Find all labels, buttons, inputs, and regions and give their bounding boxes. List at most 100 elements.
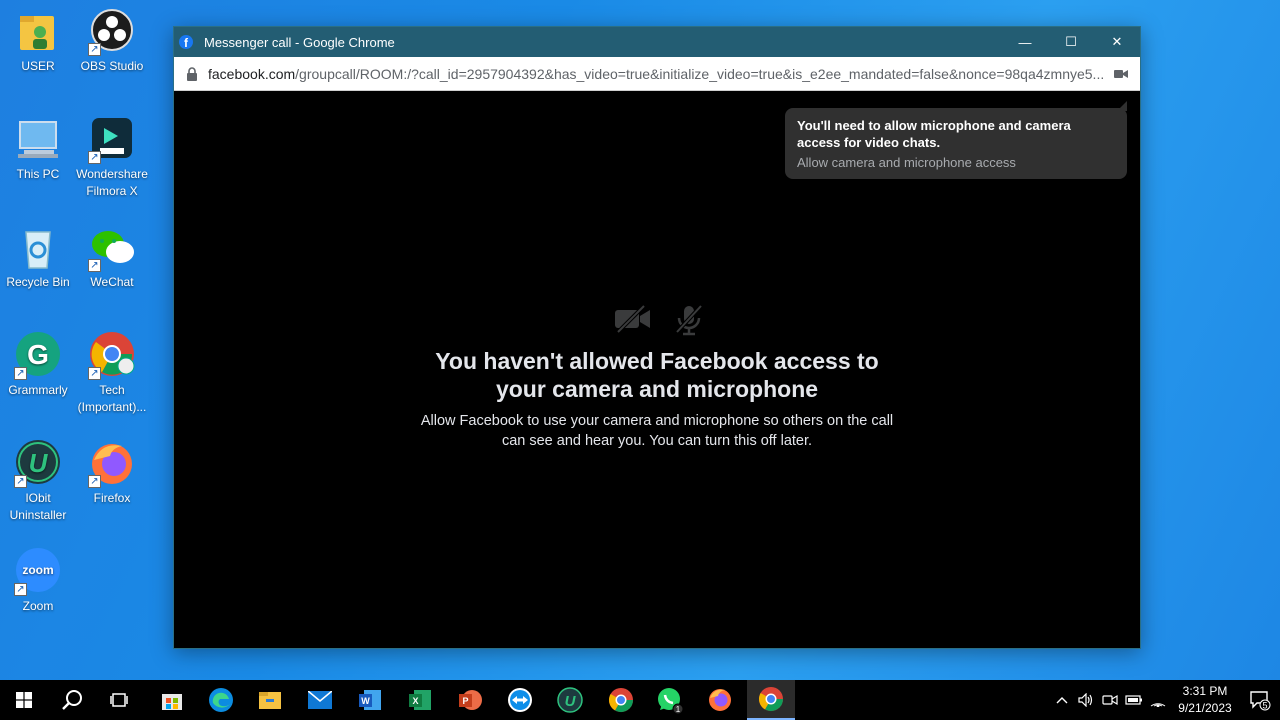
meet-now-button[interactable]: [1098, 680, 1122, 720]
permission-headline: You haven't allowed Facebook access to y…: [174, 347, 1140, 403]
meet-now-icon: [1102, 694, 1118, 706]
desktop-icon-user[interactable]: USER: [0, 8, 76, 75]
shortcut-arrow-icon: ↗: [14, 583, 27, 596]
powerpoint-icon: P: [459, 690, 482, 710]
search-button[interactable]: [48, 680, 96, 720]
url-path: /groupcall/ROOM:/?call_id=2957904392&has…: [295, 65, 1105, 82]
taskbar-mail[interactable]: [296, 680, 344, 720]
desktop-icon-label: Wondershare Filmora X: [76, 167, 148, 198]
taskbar: W X P U 1 3:31 PM 9/21/2023 5: [0, 680, 1280, 720]
desktop-icon-label: Firefox: [93, 491, 131, 505]
iobit-uninstaller-icon: U ↗: [14, 440, 62, 488]
taskbar-excel[interactable]: X: [396, 680, 444, 720]
headline-line-1: You haven't allowed Facebook access to: [435, 348, 879, 374]
search-icon: [62, 690, 82, 710]
file-explorer-icon: [259, 692, 281, 709]
allow-access-link[interactable]: Allow camera and microphone access: [797, 155, 1115, 170]
taskbar-store[interactable]: [148, 680, 196, 720]
taskbar-edge[interactable]: [197, 680, 245, 720]
desktop-icon-grammarly[interactable]: G ↗ Grammarly: [0, 332, 76, 399]
start-button[interactable]: [0, 680, 48, 720]
desktop-icon-label: USER: [21, 59, 55, 73]
address-bar[interactable]: facebook.com/groupcall/ROOM:/?call_id=29…: [174, 57, 1140, 91]
minimize-button[interactable]: —: [1002, 27, 1048, 57]
desktop-icon-label: This PC: [16, 167, 60, 181]
desktop-icon-zoom[interactable]: zoom ↗ Zoom: [0, 548, 76, 615]
zoom-icon: zoom ↗: [14, 548, 62, 596]
edge-icon: [209, 688, 233, 712]
chrome-active-icon: [758, 687, 783, 712]
battery-icon: [1125, 695, 1142, 705]
permission-description: Allow Facebook to use your camera and mi…: [174, 411, 1140, 451]
svg-text:P: P: [462, 696, 468, 706]
firefox-taskbar-icon: [709, 689, 731, 711]
wifi-icon: [1150, 703, 1166, 707]
action-center-button[interactable]: 5: [1240, 680, 1280, 720]
microphone-off-icon: [675, 304, 703, 336]
camera-blocked-icon[interactable]: [1114, 69, 1128, 79]
iobit-icon: U: [557, 687, 583, 713]
shortcut-arrow-icon: ↗: [88, 475, 101, 488]
chevron-up-icon: [1056, 697, 1068, 704]
svg-text:G: G: [27, 339, 49, 370]
whatsapp-icon: 1: [658, 688, 684, 714]
taskbar-powerpoint[interactable]: P: [446, 680, 494, 720]
battery-button[interactable]: [1122, 680, 1146, 720]
desktop-icon-iobit[interactable]: U ↗ IObit Uninstaller: [0, 440, 76, 524]
messenger-call-content: You'll need to allow microphone and came…: [174, 91, 1140, 648]
desktop-icon-label: Recycle Bin: [6, 275, 70, 289]
svg-text:U: U: [565, 693, 577, 710]
shortcut-arrow-icon: ↗: [14, 475, 27, 488]
taskbar-word[interactable]: W: [346, 680, 394, 720]
url-text[interactable]: facebook.com/groupcall/ROOM:/?call_id=29…: [208, 66, 1108, 82]
network-button[interactable]: [1146, 680, 1170, 720]
window-title: Messenger call - Google Chrome: [204, 34, 395, 50]
desktop-icon-label: WeChat: [90, 275, 134, 289]
window-titlebar[interactable]: f Messenger call - Google Chrome — ☐ ✕: [174, 27, 1140, 57]
taskbar-iobit[interactable]: U: [546, 680, 594, 720]
taskbar-chrome[interactable]: [597, 680, 645, 720]
desktop-icon-firefox[interactable]: ↗ Firefox: [74, 440, 150, 507]
svg-text:zoom: zoom: [22, 563, 53, 577]
close-button[interactable]: ✕: [1094, 27, 1140, 57]
svg-text:X: X: [412, 696, 418, 706]
chrome-window: f Messenger call - Google Chrome — ☐ ✕ f…: [173, 26, 1141, 649]
store-icon: [162, 694, 182, 710]
mail-icon: [308, 691, 332, 709]
desktop-icon-filmora[interactable]: ↗ Wondershare Filmora X: [74, 116, 150, 200]
taskbar-whatsapp[interactable]: 1: [646, 680, 694, 720]
url-domain: facebook.com: [208, 65, 296, 82]
desktop-icon-wechat[interactable]: ↗ WeChat: [74, 224, 150, 291]
show-hidden-icons-button[interactable]: [1050, 680, 1074, 720]
volume-button[interactable]: [1074, 680, 1098, 720]
firefox-icon: ↗: [88, 440, 136, 488]
blocked-devices-icons: [614, 304, 704, 336]
desktop-icon-label: OBS Studio: [80, 59, 144, 73]
desktop-icon-recycle-bin[interactable]: Recycle Bin: [0, 224, 76, 291]
desktop-icon-this-pc[interactable]: This PC: [0, 116, 76, 183]
task-view-button[interactable]: [96, 680, 144, 720]
wechat-icon: ↗: [88, 224, 136, 272]
shortcut-arrow-icon: ↗: [88, 151, 101, 164]
desktop-icon-obs[interactable]: ↗ OBS Studio: [74, 8, 150, 75]
shortcut-arrow-icon: ↗: [88, 367, 101, 380]
window-controls: — ☐ ✕: [1002, 27, 1140, 57]
svg-text:U: U: [29, 448, 49, 478]
taskbar-firefox[interactable]: [696, 680, 744, 720]
description-line-1: Allow Facebook to use your camera and mi…: [420, 413, 894, 429]
taskbar-teamviewer[interactable]: [496, 680, 544, 720]
shortcut-arrow-icon: ↗: [88, 259, 101, 272]
windows-start-icon: [16, 692, 32, 708]
description-line-2: can see and hear you. You can turn this …: [501, 433, 813, 449]
desktop-icon-label: Tech (Important)...: [77, 383, 147, 414]
maximize-button[interactable]: ☐: [1048, 27, 1094, 57]
system-clock[interactable]: 3:31 PM 9/21/2023: [1170, 683, 1240, 717]
taskbar-chrome-active[interactable]: [747, 680, 795, 720]
desktop-icon-label: Grammarly: [8, 383, 68, 397]
word-icon: W: [359, 690, 381, 710]
lock-icon[interactable]: [186, 66, 198, 81]
grammarly-icon: G ↗: [14, 332, 62, 380]
desktop-icon-tech[interactable]: ↗ Tech (Important)...: [74, 332, 150, 416]
notification-count: 5: [1262, 701, 1267, 711]
taskbar-file-explorer[interactable]: [246, 680, 294, 720]
